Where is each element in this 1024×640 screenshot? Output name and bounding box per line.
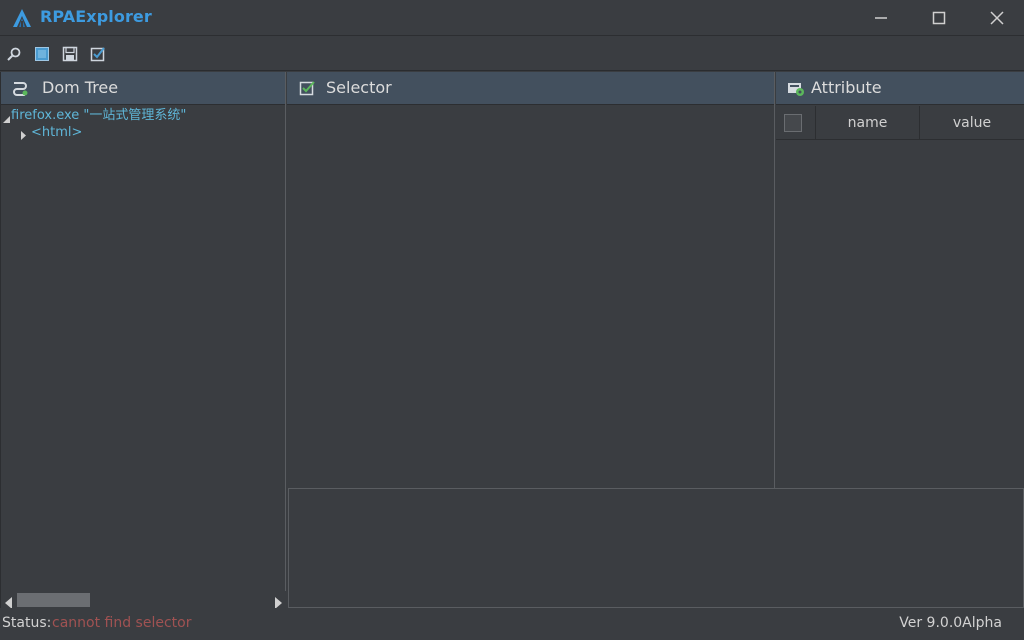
select-all-checkbox[interactable]: [784, 114, 802, 132]
search-button[interactable]: [5, 45, 23, 63]
attribute-panel: Attribute name value: [776, 72, 1024, 488]
column-header-value[interactable]: value: [920, 106, 1024, 140]
maximize-icon: [932, 11, 946, 25]
title-bar: RPAExplorer: [0, 0, 1024, 36]
maximize-button[interactable]: [910, 0, 968, 36]
scrollbar-thumb[interactable]: [17, 593, 90, 607]
tree-icon: [11, 79, 29, 97]
status-bar: Status: cannot find selector Ver 9.0.0Al…: [0, 608, 1024, 640]
magnifier-icon: [7, 47, 21, 61]
tree-node[interactable]: <html>: [1, 124, 286, 141]
toolbar: [0, 37, 1024, 71]
tree-node[interactable]: firefox.exe "一站式管理系统": [1, 107, 286, 124]
selector-title: Selector: [326, 78, 392, 97]
version-label: Ver 9.0.0Alpha: [899, 615, 1002, 631]
attribute-title: Attribute: [811, 78, 882, 97]
check-edit-icon: [90, 47, 105, 62]
square-icon: [35, 47, 49, 61]
column-header-name[interactable]: name: [816, 106, 920, 140]
output-pane[interactable]: [288, 488, 1024, 608]
selector-header: Selector: [287, 72, 774, 105]
select-all-column: [776, 106, 816, 140]
dom-tree-title: Dom Tree: [42, 78, 119, 97]
highlight-button[interactable]: [33, 45, 51, 63]
dom-tree-panel: Dom Tree firefox.exe "一站式管理系统" <html>: [0, 72, 286, 609]
validate-button[interactable]: [89, 45, 107, 63]
rpa-logo-icon: [11, 7, 33, 29]
status-message: cannot find selector: [52, 615, 192, 631]
collapsed-arrow-icon[interactable]: [21, 128, 27, 145]
tree-node-label[interactable]: firefox.exe "一站式管理系统": [11, 107, 186, 124]
horizontal-scrollbar[interactable]: [2, 591, 286, 609]
selector-check-icon: [299, 79, 317, 97]
selector-panel: Selector: [287, 72, 775, 488]
attribute-header: Attribute: [776, 72, 1024, 105]
dom-tree-header: Dom Tree: [1, 72, 285, 105]
status-label: Status:: [2, 615, 52, 631]
close-button[interactable]: [968, 0, 1024, 36]
selector-content[interactable]: [287, 106, 774, 488]
app-title: RPAExplorer: [40, 7, 152, 26]
minimize-icon: [875, 17, 887, 19]
minimize-button[interactable]: [852, 0, 910, 36]
close-icon: [990, 11, 1004, 25]
attribute-table-header: name value: [776, 106, 1024, 140]
floppy-icon: [62, 46, 78, 62]
tree-node-label[interactable]: <html>: [31, 124, 82, 141]
attribute-gear-icon: [787, 79, 805, 97]
dom-tree: firefox.exe "一站式管理系统" <html>: [1, 106, 286, 141]
save-button[interactable]: [61, 45, 79, 63]
